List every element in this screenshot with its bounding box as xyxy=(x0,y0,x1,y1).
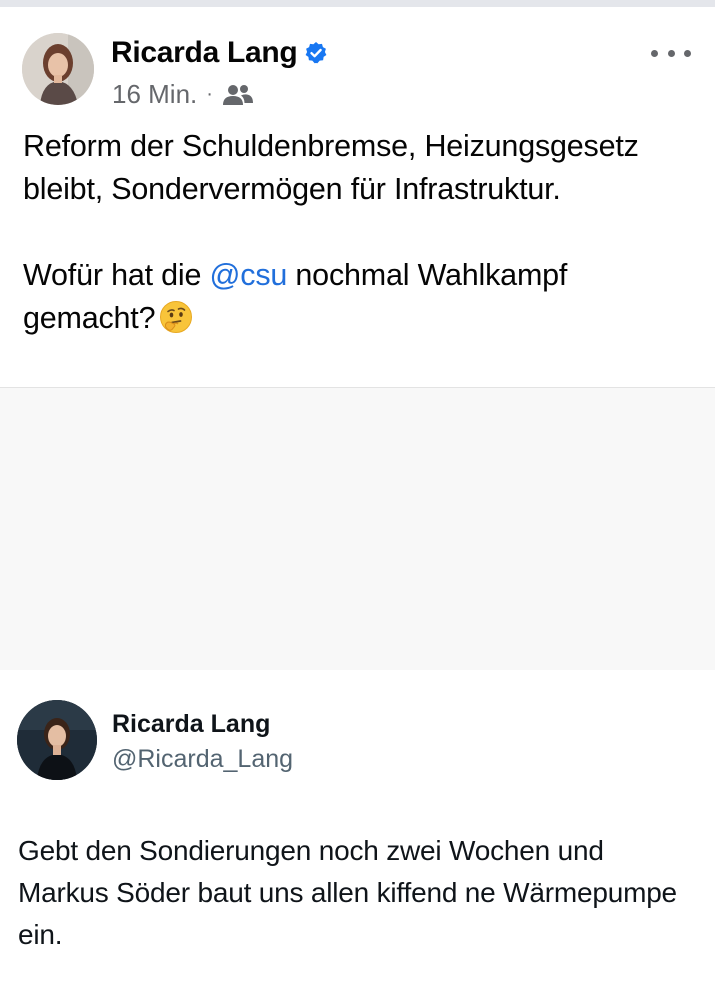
friends-icon[interactable] xyxy=(222,83,254,107)
tweet-author-name[interactable]: Ricarda Lang xyxy=(112,710,270,739)
more-options-icon[interactable] xyxy=(651,41,691,65)
fb-post-meta: 16 Min. · xyxy=(112,79,254,110)
more-dot xyxy=(684,49,691,57)
fb-author-name[interactable]: Ricarda Lang xyxy=(111,36,298,70)
fb-post-paragraph-1: Reform der Schuldenbremse, Heizungsgeset… xyxy=(23,129,639,206)
fb-post-paragraph-2: Wofür hat die @csu nochmal Wahlkampf gem… xyxy=(23,254,693,340)
embedded-tweet: Ricarda Lang @Ricarda_Lang Gebt den Sond… xyxy=(0,670,715,1000)
more-dot xyxy=(667,49,675,57)
meta-separator: · xyxy=(206,83,213,105)
fb-timestamp[interactable]: 16 Min. xyxy=(112,79,197,110)
tweet-author-avatar[interactable] xyxy=(17,700,97,780)
fb-text-before-mention: Wofür hat die xyxy=(23,258,210,292)
image-background-area xyxy=(0,388,715,670)
more-dot xyxy=(651,49,658,57)
fb-post-text: Reform der Schuldenbremse, Heizungsgeset… xyxy=(23,125,693,340)
thinking-face-emoji-icon xyxy=(159,300,193,334)
facebook-post: Ricarda Lang 16 Min. · Reform der Schuld… xyxy=(0,7,715,387)
verified-badge-icon xyxy=(304,41,328,65)
tweet-text: Gebt den Sondierungen noch zwei Wochen u… xyxy=(18,835,677,950)
fb-author-row: Ricarda Lang xyxy=(111,33,328,73)
csu-mention-link[interactable]: @csu xyxy=(210,258,288,292)
tweet-author-handle[interactable]: @Ricarda_Lang xyxy=(112,745,293,774)
fb-author-avatar[interactable] xyxy=(22,33,94,105)
top-separator xyxy=(0,0,715,7)
